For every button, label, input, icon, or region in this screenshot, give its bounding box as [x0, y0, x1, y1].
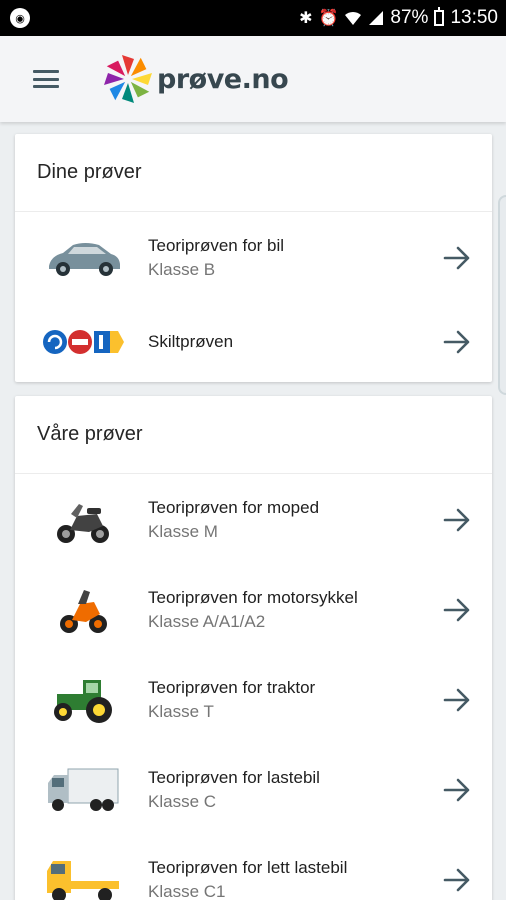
car-icon [38, 228, 128, 288]
item-title: Teoriprøven for traktor [148, 678, 316, 697]
item-subtitle: Klasse A/A1/A2 [148, 612, 266, 631]
list-item-tractor-test[interactable]: Teoriprøven for traktor Klasse T [15, 660, 492, 740]
item-title: Skiltprøven [148, 332, 234, 351]
arrow-right-icon[interactable] [442, 243, 472, 273]
card-your-tests: Dine prøver Teoriprøven for bil Klasse B [15, 134, 492, 382]
arrow-right-icon[interactable] [442, 865, 472, 895]
road-signs-icon [38, 312, 128, 372]
arrow-right-icon[interactable] [442, 505, 472, 535]
app-bar: prøve.no [0, 36, 506, 122]
list-item-truck-test[interactable]: Teoriprøven for lastebil Klasse C [15, 750, 492, 830]
truck-icon [38, 760, 128, 820]
hamburger-menu-icon[interactable] [33, 70, 59, 88]
light-truck-icon [38, 850, 128, 900]
item-subtitle: Klasse C1 [148, 882, 226, 900]
item-title: Teoriprøven for moped [148, 498, 320, 517]
battery-percent: 87% [390, 7, 429, 28]
arrow-right-icon[interactable] [442, 685, 472, 715]
list-item-light-truck-test[interactable]: Teoriprøven for lett lastebil Klasse C1 [15, 840, 492, 900]
card-our-tests: Våre prøver Teoriprøven for moped Klasse… [15, 396, 492, 900]
motorcycle-icon [38, 580, 128, 640]
item-subtitle: Klasse B [148, 260, 216, 279]
logo-star-icon [104, 55, 152, 103]
wifi-icon [345, 11, 362, 25]
signal-icon [369, 11, 384, 25]
notification-icon: ◉ [10, 8, 30, 28]
item-subtitle: Klasse T [148, 702, 214, 721]
tractor-icon [38, 670, 128, 730]
arrow-right-icon[interactable] [442, 327, 472, 357]
status-bar: ◉ ✱ ⏰ 87% 13:50 [0, 0, 506, 36]
moped-icon [38, 490, 128, 550]
logo-text: prøve.no [157, 63, 289, 95]
clock: 13:50 [450, 7, 498, 28]
arrow-right-icon[interactable] [442, 775, 472, 805]
alarm-icon: ⏰ [318, 10, 339, 27]
item-subtitle: Klasse C [148, 792, 217, 811]
logo[interactable]: prøve.no [101, 52, 289, 106]
section-title-your-tests: Dine prøver [15, 134, 492, 212]
battery-icon [434, 7, 445, 26]
bluetooth-icon: ✱ [299, 10, 313, 27]
arrow-right-icon[interactable] [442, 595, 472, 625]
item-title: Teoriprøven for motorsykkel [148, 588, 358, 607]
list-item-motorcycle-test[interactable]: Teoriprøven for motorsykkel Klasse A/A1/… [15, 570, 492, 650]
drawer-edge-handle[interactable] [498, 195, 506, 395]
item-subtitle: Klasse M [148, 522, 218, 541]
item-title: Teoriprøven for bil [148, 236, 285, 255]
item-title: Teoriprøven for lastebil [148, 768, 320, 787]
list-item-sign-test[interactable]: Skiltprøven [15, 302, 492, 382]
list-item-car-test[interactable]: Teoriprøven for bil Klasse B [15, 218, 492, 298]
list-item-moped-test[interactable]: Teoriprøven for moped Klasse M [15, 480, 492, 560]
section-title-our-tests: Våre prøver [15, 396, 492, 474]
item-title: Teoriprøven for lett lastebil [148, 858, 348, 877]
status-icons: ✱ ⏰ 87% 13:50 [299, 7, 498, 29]
